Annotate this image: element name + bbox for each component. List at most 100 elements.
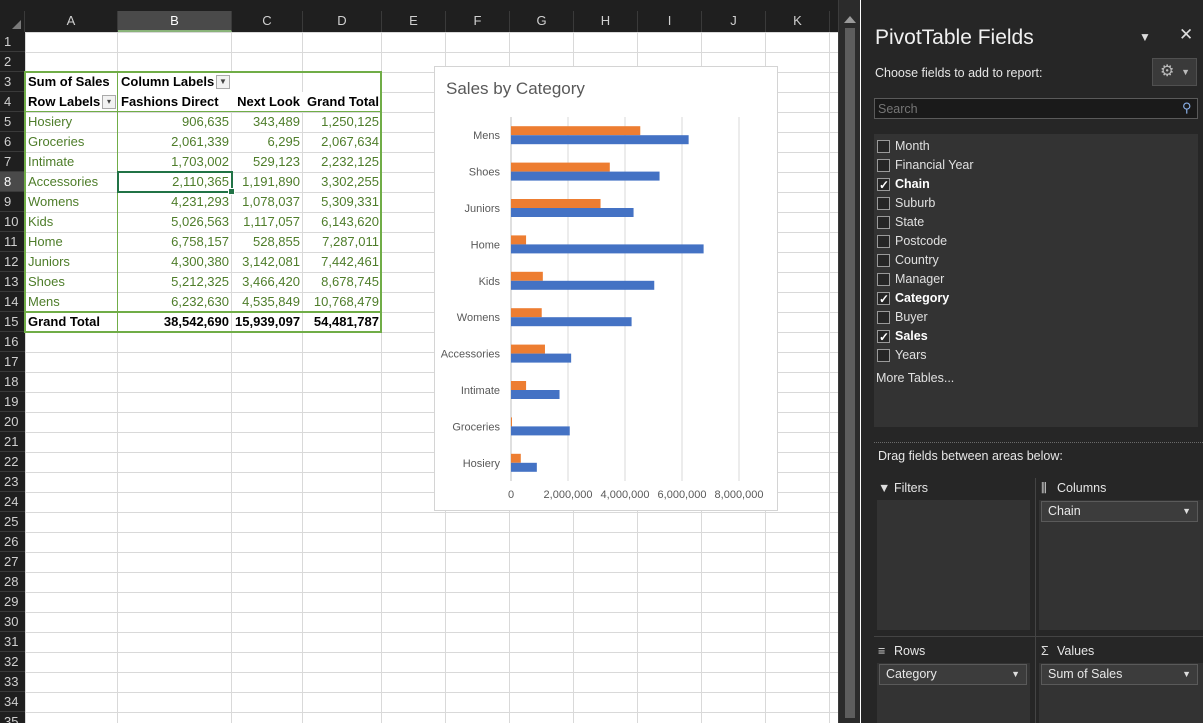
bar-series-2[interactable] <box>511 353 572 363</box>
row-header-13[interactable]: 13 <box>0 272 25 292</box>
row-header-2[interactable]: 2 <box>0 52 25 72</box>
pivot-cell-grand-total[interactable]: 8,678,745 <box>303 272 382 292</box>
pivot-row-label[interactable]: Juniors <box>25 252 118 272</box>
pivot-cell-fashions-direct[interactable]: 2,061,339 <box>118 132 232 152</box>
row-header-9[interactable]: 9 <box>0 192 25 212</box>
row-header-19[interactable]: 19 <box>0 392 25 412</box>
bar-series-1[interactable] <box>511 235 527 245</box>
row-header-3[interactable]: 3 <box>0 72 25 92</box>
column-header-h[interactable]: H <box>574 11 638 32</box>
field-checkbox[interactable] <box>877 273 890 286</box>
bar-series-2[interactable] <box>511 208 634 217</box>
vertical-scrollbar[interactable] <box>838 0 860 723</box>
field-checkbox[interactable] <box>877 328 890 347</box>
pivot-cell-grand-total[interactable]: 5,309,331 <box>303 192 382 212</box>
bar-series-1[interactable] <box>511 308 542 318</box>
bar-series-1[interactable] <box>511 199 601 208</box>
chevron-down-icon[interactable]: ▼ <box>1182 665 1191 684</box>
pane-options-chevron-down-icon[interactable]: ▼ <box>1139 30 1151 44</box>
row-header-11[interactable]: 11 <box>0 232 25 252</box>
pivot-cell-fashions-direct[interactable]: 5,026,563 <box>118 212 232 232</box>
field-search-input[interactable] <box>874 98 1198 119</box>
pivot-cell-fashions-direct[interactable]: 6,758,157 <box>118 232 232 252</box>
row-header-5[interactable]: 5 <box>0 112 25 132</box>
pivot-row-label[interactable]: Womens <box>25 192 118 212</box>
pivot-cell-fashions-direct[interactable]: 2,110,365 <box>118 172 232 192</box>
pivot-total-next-look[interactable]: 15,939,097 <box>232 312 303 332</box>
bar-series-2[interactable] <box>511 135 689 145</box>
pivot-cell-next-look[interactable]: 1,191,890 <box>232 172 303 192</box>
pivot-cell-fashions-direct[interactable]: 906,635 <box>118 112 232 132</box>
pivot-row-label[interactable]: Intimate <box>25 152 118 172</box>
filters-drop-area[interactable] <box>877 500 1030 630</box>
row-header-23[interactable]: 23 <box>0 472 25 492</box>
field-checkbox[interactable] <box>877 290 890 309</box>
column-header-f[interactable]: F <box>446 11 510 32</box>
pivot-row-label[interactable]: Groceries <box>25 132 118 152</box>
bar-series-1[interactable] <box>511 417 512 427</box>
field-checkbox[interactable] <box>877 254 890 267</box>
pivot-col-header-fashions-direct[interactable]: Fashions Direct <box>118 92 232 112</box>
pivot-cell-grand-total[interactable]: 10,768,479 <box>303 292 382 312</box>
pivot-cell-fashions-direct[interactable]: 4,300,380 <box>118 252 232 272</box>
pivot-cell-next-look[interactable]: 4,535,849 <box>232 292 303 312</box>
values-drop-area[interactable]: Sum of Sales ▼ <box>1039 663 1203 723</box>
row-header-15[interactable]: 15 <box>0 312 25 332</box>
column-labels-filter-button[interactable]: ▼ <box>216 75 230 89</box>
pivot-cell-grand-total[interactable]: 2,067,634 <box>303 132 382 152</box>
row-header-30[interactable]: 30 <box>0 612 25 632</box>
pivot-sum-header[interactable]: Sum of Sales <box>25 72 118 92</box>
field-checkbox[interactable] <box>877 140 890 153</box>
pivot-total-fashions-direct[interactable]: 38,542,690 <box>118 312 232 332</box>
pane-splitter[interactable] <box>874 442 1203 443</box>
scroll-up-arrow-icon[interactable] <box>844 16 856 23</box>
pivot-row-label[interactable]: Accessories <box>25 172 118 192</box>
pivot-total-grand-total[interactable]: 54,481,787 <box>303 312 382 332</box>
row-header-16[interactable]: 16 <box>0 332 25 352</box>
sales-by-category-chart[interactable]: Sales by Category 0 2,000,000 4,000,000 6,0… <box>434 66 778 511</box>
pivot-cell-next-look[interactable]: 1,078,037 <box>232 192 303 212</box>
pivot-cell-grand-total[interactable]: 2,232,125 <box>303 152 382 172</box>
field-checkbox[interactable] <box>877 349 890 362</box>
row-header-10[interactable]: 10 <box>0 212 25 232</box>
bar-series-2[interactable] <box>511 462 537 472</box>
row-header-27[interactable]: 27 <box>0 552 25 572</box>
row-header-29[interactable]: 29 <box>0 592 25 612</box>
column-header-g[interactable]: G <box>510 11 574 32</box>
column-header-k[interactable]: K <box>766 11 830 32</box>
pivot-row-label[interactable]: Kids <box>25 212 118 232</box>
bar-series-2[interactable] <box>511 244 704 254</box>
chevron-down-icon[interactable]: ▼ <box>1182 502 1191 521</box>
pivot-cell-grand-total[interactable]: 3,302,255 <box>303 172 382 192</box>
bar-series-2[interactable] <box>511 426 570 436</box>
column-header-c[interactable]: C <box>232 11 303 32</box>
pivot-grand-total-label[interactable]: Grand Total <box>25 312 118 332</box>
pivot-row-label[interactable]: Mens <box>25 292 118 312</box>
row-header-34[interactable]: 34 <box>0 692 25 712</box>
bar-series-2[interactable] <box>511 317 632 327</box>
rows-drop-area[interactable]: Category ▼ <box>877 663 1030 723</box>
scroll-thumb[interactable] <box>845 28 855 718</box>
pivot-cell-grand-total[interactable]: 7,442,461 <box>303 252 382 272</box>
column-header-j[interactable]: J <box>702 11 766 32</box>
pivot-cell-next-look[interactable]: 6,295 <box>232 132 303 152</box>
close-icon[interactable]: ✕ <box>1179 25 1193 45</box>
row-header-20[interactable]: 20 <box>0 412 25 432</box>
pivot-cell-next-look[interactable]: 3,142,081 <box>232 252 303 272</box>
spreadsheet[interactable]: A B C D E F G H I J K 1 2 3 4 5 6 7 8 9 10 11 12 13 1… <box>0 0 838 723</box>
bar-series-1[interactable] <box>511 381 527 390</box>
bar-series-2[interactable] <box>511 390 560 399</box>
pivot-column-labels-header[interactable]: Column Labels <box>118 72 232 92</box>
row-header-7[interactable]: 7 <box>0 152 25 172</box>
row-labels-filter-button[interactable]: ▾ <box>102 95 116 109</box>
row-header-32[interactable]: 32 <box>0 652 25 672</box>
bar-series-1[interactable] <box>511 453 521 463</box>
pivot-cell-fashions-direct[interactable]: 4,231,293 <box>118 192 232 212</box>
row-header-25[interactable]: 25 <box>0 512 25 532</box>
row-header-1[interactable]: 1 <box>0 32 25 52</box>
pivot-row-label[interactable]: Shoes <box>25 272 118 292</box>
field-checkbox[interactable] <box>877 216 890 229</box>
bar-series-2[interactable] <box>511 280 655 290</box>
row-header-21[interactable]: 21 <box>0 432 25 452</box>
row-header-24[interactable]: 24 <box>0 492 25 512</box>
